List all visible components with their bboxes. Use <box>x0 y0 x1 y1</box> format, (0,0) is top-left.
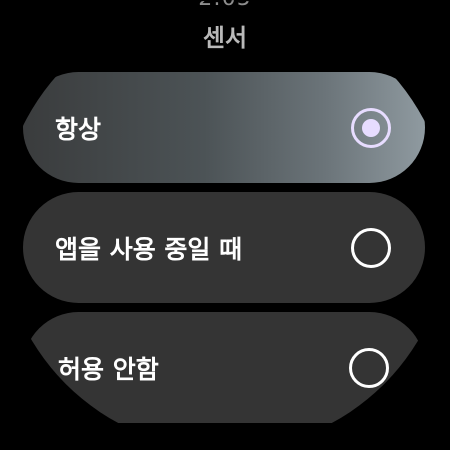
radio-dot <box>362 118 380 137</box>
option-label: 앱을 사용 중일 때 <box>55 234 243 264</box>
option-deny[interactable]: 허용 안함 <box>23 312 425 423</box>
watch-screen: 2:05 센서 항상 앱을 사용 중일 때 허용 안함 <box>0 0 450 450</box>
option-label: 허용 안함 <box>58 354 159 384</box>
page-title: 센서 <box>202 24 248 52</box>
radio-checked-icon[interactable] <box>351 107 391 148</box>
status-time: 2:05 <box>0 0 450 11</box>
option-while-using-app[interactable]: 앱을 사용 중일 때 <box>23 192 425 303</box>
round-display: 2:05 센서 항상 앱을 사용 중일 때 허용 안함 <box>0 0 450 450</box>
option-always[interactable]: 항상 <box>23 72 425 183</box>
radio-unchecked-icon[interactable] <box>349 347 389 388</box>
radio-unchecked-icon[interactable] <box>351 227 391 268</box>
option-label: 항상 <box>55 114 102 144</box>
